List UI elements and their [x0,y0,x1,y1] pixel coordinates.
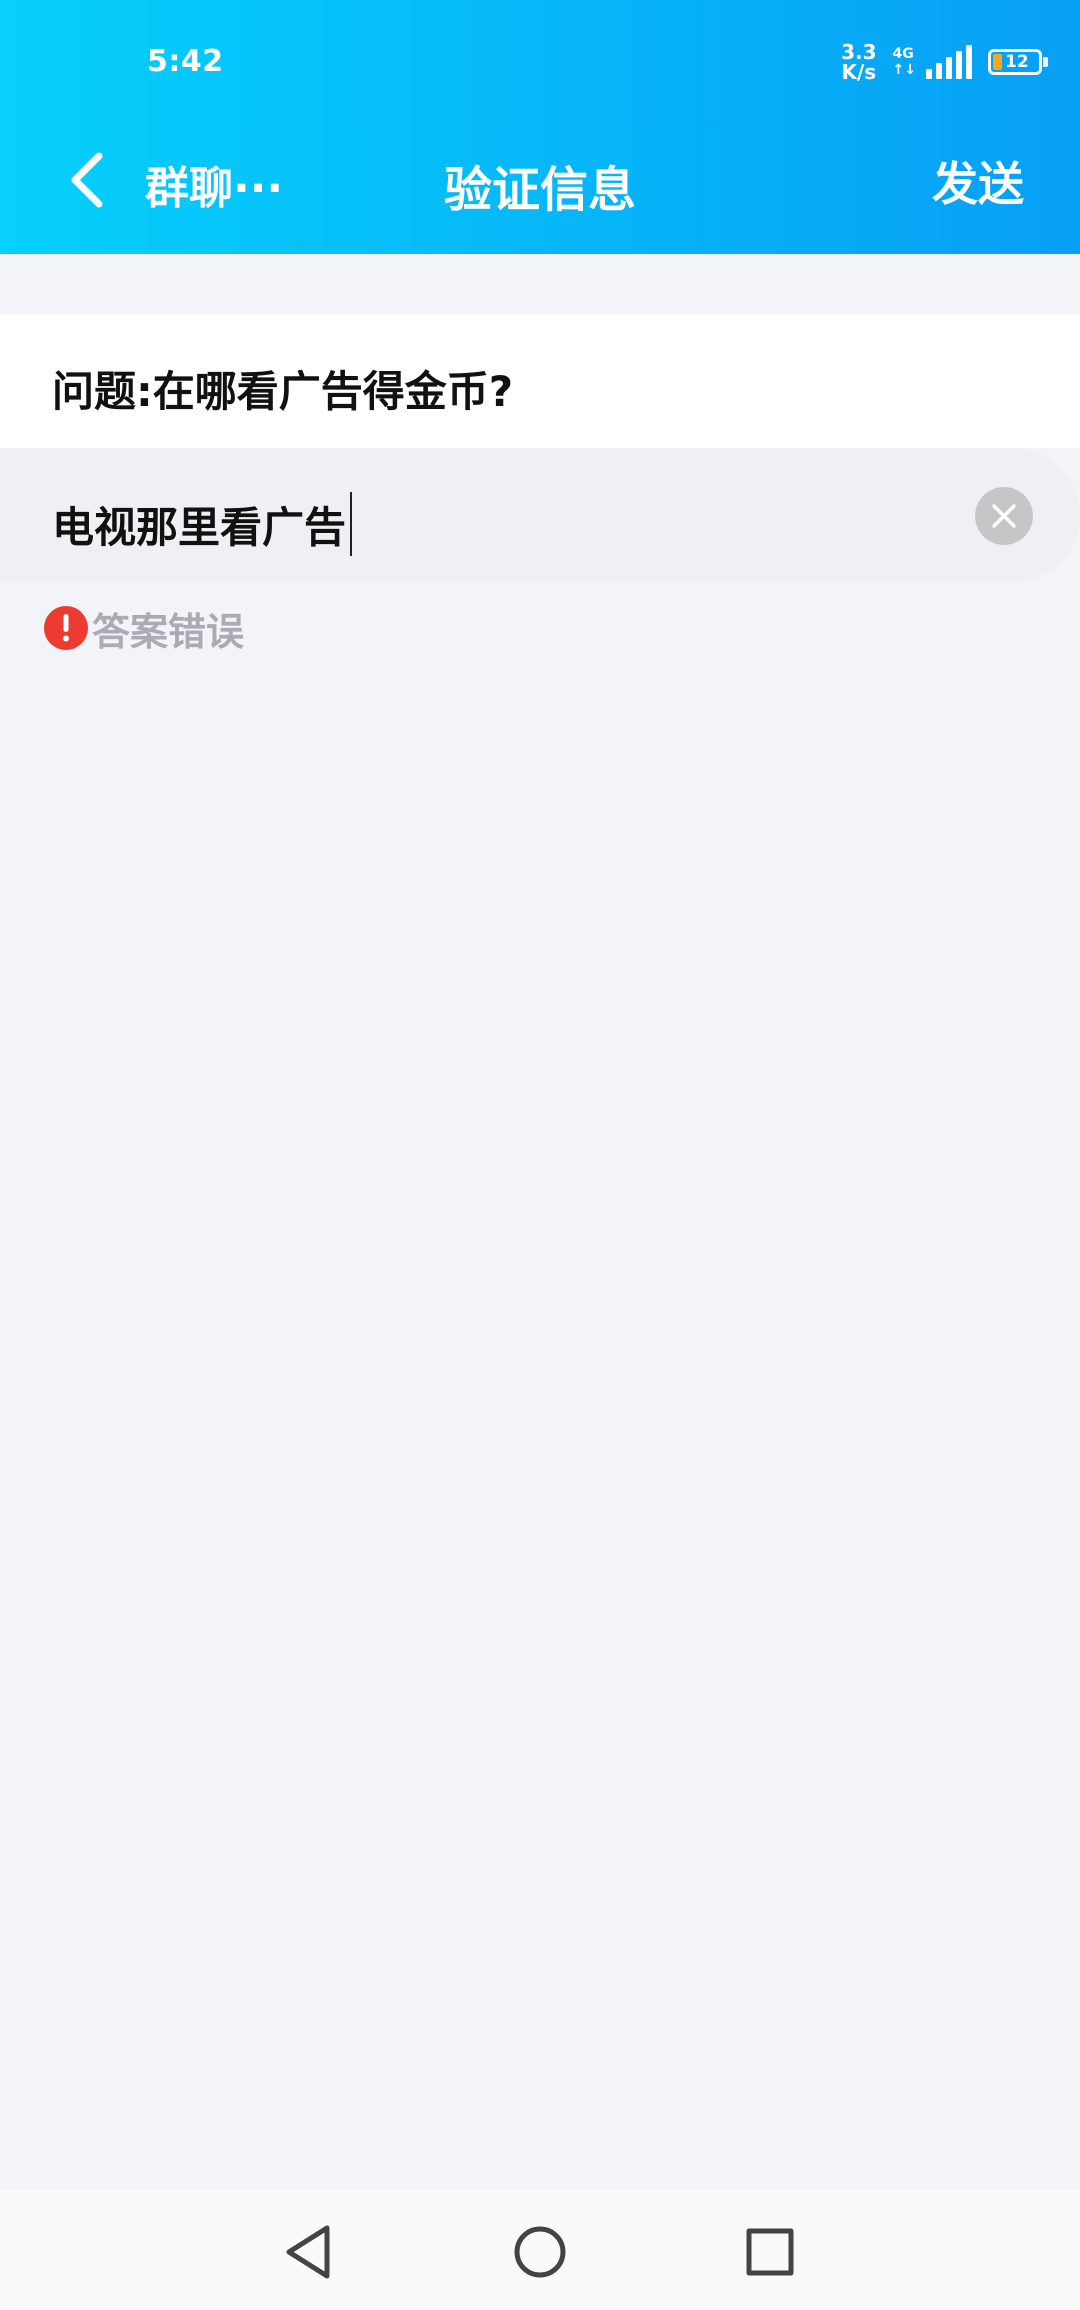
battery-icon: 12 [988,49,1048,75]
status-icons: 3.3 K/s 4G ↑↓ 12 [841,38,1048,86]
nav-recents-button[interactable] [732,2214,808,2290]
answer-input-text[interactable]: 电视那里看广告 [52,492,353,556]
battery-fill [993,54,1002,70]
signal-strength-icon [926,45,972,79]
nav-back-button[interactable] [270,2214,346,2290]
question-text: 问题:在哪看广告得金币? [52,367,514,416]
answer-input[interactable]: 电视那里看广告 [0,448,1080,582]
network-arrows-icon: ↑↓ [892,62,916,78]
home-circle-icon [514,2226,566,2278]
page-title: 验证信息 [443,162,636,218]
network-speed: 3.3 K/s [841,42,876,82]
question-row: 问题:在哪看广告得金币? [0,314,1080,448]
recents-square-icon [746,2228,794,2276]
error-text: 答案错误 [92,609,245,654]
system-nav-bar [0,2190,1080,2310]
network-speed-unit: K/s [841,60,877,84]
exclamation-icon [44,606,88,650]
nav-home-button[interactable] [502,2214,578,2290]
network-type-label: 4G [892,46,914,62]
error-message: 答案错误 [44,604,244,654]
answer-value: 电视那里看广告 [52,503,347,552]
chevron-left-icon [71,152,103,208]
status-time: 5:42 [147,44,224,79]
app-header: 5:42 3.3 K/s 4G ↑↓ 12 群聊··· 验证信息 发送 [0,0,1080,254]
back-triangle-icon [286,2225,330,2279]
battery-level: 12 [1005,52,1029,72]
network-type: 4G ↑↓ [893,46,916,78]
clear-button[interactable] [975,487,1033,545]
back-label[interactable]: 群聊··· [145,152,283,216]
text-caret [350,492,353,556]
send-button[interactable]: 发送 [932,148,1024,214]
back-button[interactable] [52,145,122,215]
network-speed-value: 3.3 [841,40,877,64]
close-icon [992,504,1016,528]
